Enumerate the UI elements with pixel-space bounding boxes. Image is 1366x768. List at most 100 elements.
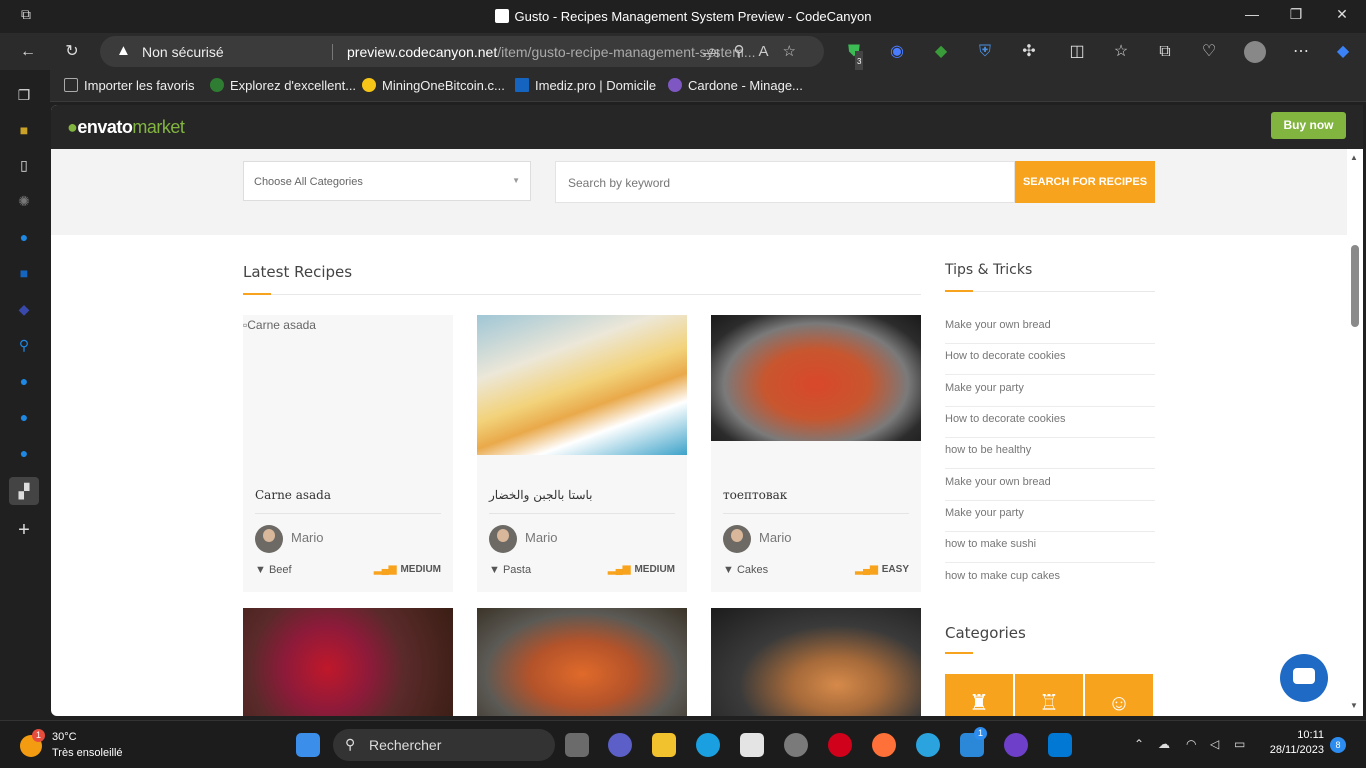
opera-icon[interactable] xyxy=(828,733,852,757)
search-icon[interactable]: ⚲ xyxy=(14,335,34,355)
recipe-image[interactable] xyxy=(711,608,921,716)
meet-icon[interactable] xyxy=(608,733,632,757)
telegram-icon[interactable] xyxy=(916,733,940,757)
settings-gear-icon[interactable] xyxy=(784,733,808,757)
chat-bubble-icon[interactable] xyxy=(1280,654,1328,702)
bookmark-item[interactable]: MiningOneBitcoin.c... xyxy=(362,78,505,93)
tip-link[interactable]: Make your party xyxy=(945,376,1155,407)
page-scrollbar[interactable]: ▲ ▼ xyxy=(1347,149,1363,716)
refresh-button[interactable]: ↻ xyxy=(61,41,83,63)
url-text[interactable]: preview.codecanyon.net/item/gusto-recipe… xyxy=(347,44,756,60)
cloud-icon[interactable]: ☁ xyxy=(1158,737,1170,751)
sidebar-app-icon[interactable]: ■ xyxy=(14,263,34,283)
firefox-icon[interactable] xyxy=(872,733,896,757)
store-icon[interactable] xyxy=(740,733,764,757)
system-clock[interactable]: 10:11 28/11/2023 xyxy=(1262,729,1324,756)
recipe-card[interactable]: тоептовак Mario ▼ Cakes ▂▄▆ EASY xyxy=(711,315,921,592)
health-icon[interactable]: ♡ xyxy=(1198,41,1220,63)
recipe-title[interactable]: тоептовак xyxy=(723,488,787,502)
extension-shield-icon[interactable]: ⛨ xyxy=(974,41,996,63)
chevron-up-icon[interactable]: ⌃ xyxy=(1134,737,1144,751)
category-select[interactable]: Choose All Categories ▼ xyxy=(243,161,531,201)
notification-badge[interactable]: 8 xyxy=(1330,737,1346,753)
add-icon[interactable]: + xyxy=(14,520,34,540)
sidebar-app-icon[interactable]: ✺ xyxy=(14,191,34,211)
recipe-category[interactable]: ▼ Pasta xyxy=(489,564,531,576)
bookmark-item[interactable]: Explorez d'excellent... xyxy=(210,78,356,93)
scrollbar-thumb[interactable] xyxy=(1351,245,1359,327)
warning-icon[interactable]: ▲ xyxy=(116,42,131,59)
favorite-star-icon[interactable]: ☆ xyxy=(783,43,810,60)
security-status[interactable]: Non sécurisé xyxy=(142,44,224,60)
tip-link[interactable]: how to make sushi xyxy=(945,532,1155,563)
shield-extension-icon[interactable]: ⛊ 3 xyxy=(843,41,865,73)
sidebar-app-icon[interactable]: ■ xyxy=(14,120,34,140)
taskbar-search[interactable]: ⚲ Rechercher xyxy=(333,729,555,761)
author-avatar[interactable] xyxy=(255,525,283,553)
tab-panel-icon[interactable]: ❐ xyxy=(14,85,34,105)
start-icon[interactable] xyxy=(296,733,320,757)
recipe-card[interactable]: باستا بالجبن والخضار Mario ▼ Pasta ▂▄▆ ME… xyxy=(477,315,687,592)
recipe-image[interactable] xyxy=(243,608,453,716)
cake-category-icon[interactable]: ♜ xyxy=(945,674,1013,716)
tip-link[interactable]: how to make cup cakes xyxy=(945,564,1155,595)
tip-link[interactable]: Make your party xyxy=(945,501,1155,532)
file-explorer-icon[interactable] xyxy=(652,733,676,757)
document-icon[interactable]: ▯ xyxy=(14,155,34,175)
bookmark-item[interactable]: Importer les favoris xyxy=(64,78,195,93)
bookmark-item[interactable]: Imediz.pro | Domicile xyxy=(515,78,656,93)
tip-link[interactable]: how to be healthy xyxy=(945,438,1155,469)
volume-icon[interactable]: ◁ xyxy=(1210,737,1219,751)
recipe-image[interactable] xyxy=(477,315,687,455)
bookmark-item[interactable]: Cardone - Minage... xyxy=(668,78,803,93)
author-avatar[interactable] xyxy=(723,525,751,553)
github-icon[interactable] xyxy=(1004,733,1028,757)
keyword-search-input[interactable]: Search by keyword xyxy=(555,161,1015,203)
recipe-title[interactable]: باستا بالجبن والخضار xyxy=(489,488,593,502)
settings-more-icon[interactable]: ⋯ xyxy=(1290,41,1312,63)
extension-circle-icon[interactable]: ◉ xyxy=(886,41,908,63)
minimize-button[interactable]: — xyxy=(1242,6,1262,22)
author-avatar[interactable] xyxy=(489,525,517,553)
copilot-icon[interactable]: ◆ xyxy=(1332,41,1354,63)
author-name[interactable]: Mario xyxy=(759,530,792,545)
task-view-icon[interactable] xyxy=(565,733,589,757)
fries-category-icon[interactable]: ♖ xyxy=(1015,674,1083,716)
extensions-puzzle-icon[interactable]: ✣ xyxy=(1018,41,1040,63)
close-button[interactable]: ✕ xyxy=(1332,6,1352,23)
restore-button[interactable]: ❐ xyxy=(1286,6,1306,23)
tip-link[interactable]: Make your own bread xyxy=(945,313,1155,344)
search-recipes-button[interactable]: SEARCH FOR RECIPES xyxy=(1015,161,1155,203)
sidebar-app-icon[interactable]: ● xyxy=(14,443,34,463)
recipe-category[interactable]: ▼ Beef xyxy=(255,564,292,576)
tip-link[interactable]: How to decorate cookies xyxy=(945,344,1155,375)
recipe-card[interactable]: ▫Carne asada Carne asada Mario ▼ Beef ▂▄… xyxy=(243,315,453,592)
translate-icon[interactable]: அ xyxy=(703,43,734,60)
smile-category-icon[interactable]: ☺ xyxy=(1085,674,1153,716)
envato-logo[interactable]: ●envatomarket xyxy=(67,117,185,138)
recipe-image[interactable] xyxy=(477,608,687,716)
vscode-icon[interactable] xyxy=(1048,733,1072,757)
read-aloud-icon[interactable]: A xyxy=(759,43,783,60)
sidebar-active-tab-icon[interactable]: ▞ xyxy=(9,477,39,505)
recipe-category[interactable]: ▼ Cakes xyxy=(723,564,768,576)
mail-icon[interactable]: 1 xyxy=(960,727,987,757)
sidebar-app-icon[interactable]: ● xyxy=(14,227,34,247)
extension-leaf-icon[interactable]: ◆ xyxy=(930,41,952,63)
recipe-image[interactable] xyxy=(711,315,921,441)
sidebar-app-icon[interactable]: ● xyxy=(14,371,34,391)
profile-avatar[interactable] xyxy=(1244,41,1266,63)
author-name[interactable]: Mario xyxy=(291,530,324,545)
recipe-title[interactable]: Carne asada xyxy=(255,488,331,502)
address-bar[interactable]: ▲ Non sécurisé preview.codecanyon.net/it… xyxy=(100,36,824,67)
sidebar-app-icon[interactable]: ◆ xyxy=(14,299,34,319)
split-screen-icon[interactable]: ◫ xyxy=(1066,41,1088,63)
favorites-icon[interactable]: ☆ xyxy=(1110,41,1132,63)
tip-link[interactable]: How to decorate cookies xyxy=(945,407,1155,438)
recipe-image[interactable]: ▫Carne asada xyxy=(243,315,453,455)
tip-link[interactable]: Make your own bread xyxy=(945,470,1155,501)
collections-icon[interactable]: ⧉ xyxy=(1154,41,1176,63)
wifi-icon[interactable]: ◠ xyxy=(1186,737,1196,751)
zoom-icon[interactable]: ⚲ xyxy=(734,43,759,60)
buy-now-button[interactable]: Buy now xyxy=(1271,112,1346,139)
